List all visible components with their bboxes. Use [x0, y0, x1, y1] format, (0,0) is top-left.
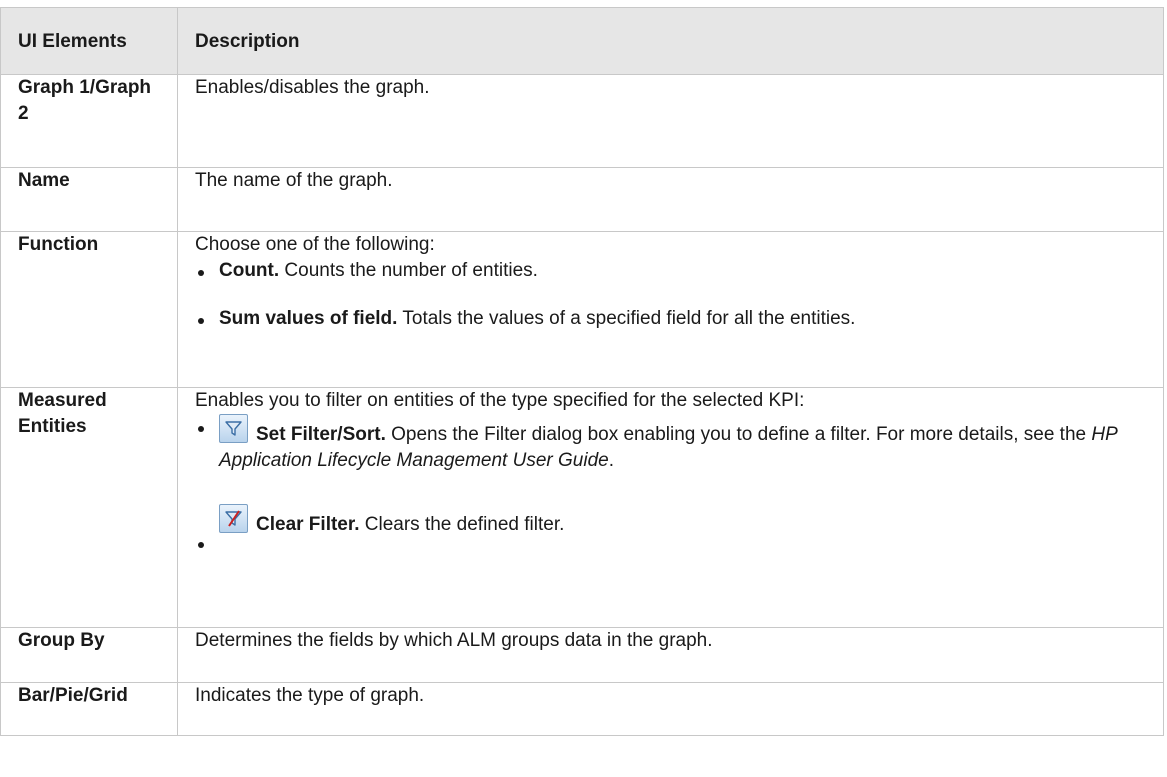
ui-element-name: Group By: [0, 627, 178, 683]
list-item: Sum values of field. Totals the values o…: [195, 306, 1149, 332]
table-row: Function Choose one of the following: Co…: [0, 231, 1164, 388]
ui-element-description: Enables/disables the graph.: [177, 74, 1164, 168]
option-text: Opens the Filter dialog box enabling you…: [385, 424, 1092, 445]
list-item: Clear Filter. Clears the defined filter.: [195, 504, 1149, 548]
filter-options-list: Set Filter/Sort. Opens the Filter dialog…: [195, 414, 1149, 548]
ui-element-description: Indicates the type of graph.: [177, 682, 1164, 736]
description-intro: Choose one of the following:: [195, 234, 435, 255]
list-item: Count. Counts the number of entities.: [195, 258, 1149, 284]
option-term: Sum values of field.: [219, 308, 398, 329]
table-row: Bar/Pie/Grid Indicates the type of graph…: [0, 682, 1164, 736]
option-text-end: .: [608, 450, 614, 471]
table-row: Name The name of the graph.: [0, 167, 1164, 232]
list-item: Set Filter/Sort. Opens the Filter dialog…: [195, 414, 1149, 474]
table-row: Measured Entities Enables you to filter …: [0, 387, 1164, 628]
ui-element-name: Function: [0, 231, 178, 388]
filter-icon: [219, 414, 248, 443]
table-row: Graph 1/Graph 2 Enables/disables the gra…: [0, 74, 1164, 168]
ui-element-name: Bar/Pie/Grid: [0, 682, 178, 736]
ui-element-description: Choose one of the following: Count. Coun…: [177, 231, 1164, 388]
option-text: Clears the defined filter.: [359, 514, 565, 535]
option-text: Totals the values of a specified field f…: [397, 308, 856, 329]
option-term: Count.: [219, 260, 280, 281]
option-text: Counts the number of entities.: [279, 260, 538, 281]
option-term: Set Filter/Sort.: [256, 424, 386, 445]
ui-element-name: Graph 1/Graph 2: [0, 74, 178, 168]
clear-filter-icon: [219, 504, 248, 533]
ui-element-description: Enables you to filter on entities of the…: [177, 387, 1164, 628]
ui-element-name: Measured Entities: [0, 387, 178, 628]
column-header-ui-elements: UI Elements: [0, 7, 178, 75]
function-options-list: Count. Counts the number of entities. Su…: [195, 258, 1149, 332]
ui-element-description: The name of the graph.: [177, 167, 1164, 232]
ui-element-name: Name: [0, 167, 178, 232]
description-intro: Enables you to filter on entities of the…: [195, 390, 805, 411]
option-term: Clear Filter.: [256, 514, 360, 535]
ui-elements-table: UI Elements Description Graph 1/Graph 2 …: [0, 7, 1164, 736]
table-header-row: UI Elements Description: [0, 7, 1164, 75]
column-header-description: Description: [177, 7, 1164, 75]
table-row: Group By Determines the fields by which …: [0, 627, 1164, 683]
ui-element-description: Determines the fields by which ALM group…: [177, 627, 1164, 683]
